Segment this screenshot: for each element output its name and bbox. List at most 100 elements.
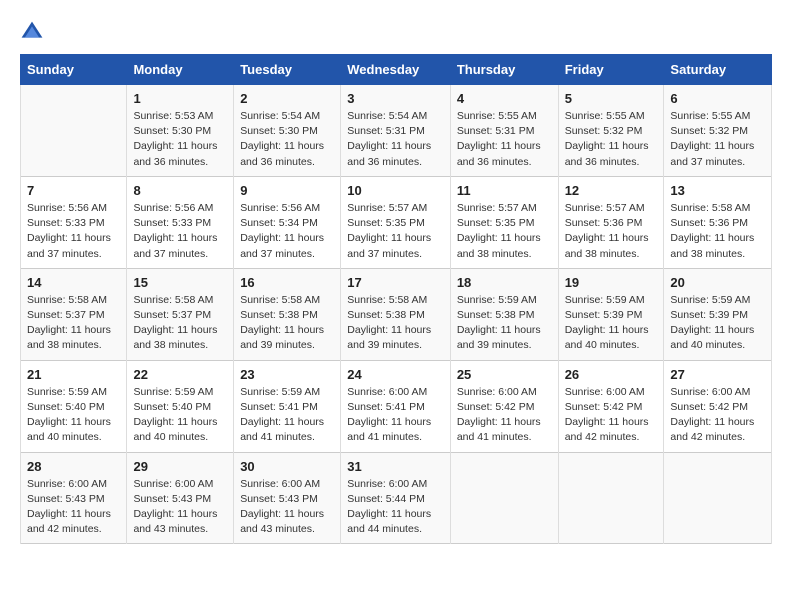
calendar-cell: 12Sunrise: 5:57 AM Sunset: 5:36 PM Dayli… <box>558 176 664 268</box>
day-info: Sunrise: 5:56 AM Sunset: 5:33 PM Dayligh… <box>27 201 120 262</box>
day-info: Sunrise: 6:00 AM Sunset: 5:43 PM Dayligh… <box>27 477 120 538</box>
calendar-cell: 7 Sunrise: 5:56 AM Sunset: 5:33 PM Daylig… <box>21 176 127 268</box>
day-info: Sunrise: 6:00 AM Sunset: 5:42 PM Dayligh… <box>670 385 765 446</box>
day-number: 26 <box>565 367 658 382</box>
calendar-cell: 17 Sunrise: 5:58 AM Sunset: 5:38 PM Dayli… <box>341 268 451 360</box>
day-number: 3 <box>347 91 444 106</box>
header-day-saturday: Saturday <box>664 55 772 85</box>
calendar-cell: 15 Sunrise: 5:58 AM Sunset: 5:37 PM Dayli… <box>127 268 234 360</box>
day-info: Sunrise: 6:00 AM Sunset: 5:42 PM Dayligh… <box>457 385 552 446</box>
header-day-friday: Friday <box>558 55 664 85</box>
header-row: SundayMondayTuesdayWednesdayThursdayFrid… <box>21 55 772 85</box>
calendar-cell: 13 Sunrise: 5:58 AM Sunset: 5:36 PM Dayli… <box>664 176 772 268</box>
day-number: 10 <box>347 183 444 198</box>
header-day-sunday: Sunday <box>21 55 127 85</box>
day-info: Sunrise: 5:57 AM Sunset: 5:36 PM Dayligh… <box>565 201 658 262</box>
day-number: 29 <box>133 459 227 474</box>
day-info: Sunrise: 5:58 AM Sunset: 5:36 PM Dayligh… <box>670 201 765 262</box>
calendar-cell: 29 Sunrise: 6:00 AM Sunset: 5:43 PM Dayli… <box>127 452 234 544</box>
day-info: Sunrise: 5:54 AM Sunset: 5:31 PM Dayligh… <box>347 109 444 170</box>
calendar-cell <box>558 452 664 544</box>
day-info: Sunrise: 5:58 AM Sunset: 5:38 PM Dayligh… <box>347 293 444 354</box>
calendar-header: SundayMondayTuesdayWednesdayThursdayFrid… <box>21 55 772 85</box>
calendar-cell <box>21 85 127 177</box>
day-number: 14 <box>27 275 120 290</box>
day-number: 22 <box>133 367 227 382</box>
day-info: Sunrise: 5:59 AM Sunset: 5:38 PM Dayligh… <box>457 293 552 354</box>
calendar-cell: 8 Sunrise: 5:56 AM Sunset: 5:33 PM Daylig… <box>127 176 234 268</box>
logo-icon <box>20 20 44 44</box>
day-info: Sunrise: 5:55 AM Sunset: 5:32 PM Dayligh… <box>565 109 658 170</box>
day-info: Sunrise: 5:58 AM Sunset: 5:37 PM Dayligh… <box>133 293 227 354</box>
calendar-cell: 2 Sunrise: 5:54 AM Sunset: 5:30 PM Daylig… <box>234 85 341 177</box>
day-info: Sunrise: 5:58 AM Sunset: 5:38 PM Dayligh… <box>240 293 334 354</box>
day-info: Sunrise: 6:00 AM Sunset: 5:42 PM Dayligh… <box>565 385 658 446</box>
day-number: 21 <box>27 367 120 382</box>
day-info: Sunrise: 5:55 AM Sunset: 5:32 PM Dayligh… <box>670 109 765 170</box>
day-number: 19 <box>565 275 658 290</box>
day-number: 2 <box>240 91 334 106</box>
day-number: 4 <box>457 91 552 106</box>
calendar-cell: 22 Sunrise: 5:59 AM Sunset: 5:40 PM Dayli… <box>127 360 234 452</box>
week-row-5: 28Sunrise: 6:00 AM Sunset: 5:43 PM Dayli… <box>21 452 772 544</box>
day-number: 20 <box>670 275 765 290</box>
calendar-cell: 1 Sunrise: 5:53 AM Sunset: 5:30 PM Daylig… <box>127 85 234 177</box>
day-number: 16 <box>240 275 334 290</box>
calendar-cell: 3 Sunrise: 5:54 AM Sunset: 5:31 PM Daylig… <box>341 85 451 177</box>
day-number: 15 <box>133 275 227 290</box>
calendar-cell: 20 Sunrise: 5:59 AM Sunset: 5:39 PM Dayli… <box>664 268 772 360</box>
calendar-cell: 14 Sunrise: 5:58 AM Sunset: 5:37 PM Dayli… <box>21 268 127 360</box>
calendar-table: SundayMondayTuesdayWednesdayThursdayFrid… <box>20 54 772 544</box>
calendar-cell: 19 Sunrise: 5:59 AM Sunset: 5:39 PM Dayli… <box>558 268 664 360</box>
calendar-cell: 30 Sunrise: 6:00 AM Sunset: 5:43 PM Dayli… <box>234 452 341 544</box>
day-info: Sunrise: 5:56 AM Sunset: 5:33 PM Dayligh… <box>133 201 227 262</box>
calendar-cell: 24Sunrise: 6:00 AM Sunset: 5:41 PM Dayli… <box>341 360 451 452</box>
calendar-cell: 27 Sunrise: 6:00 AM Sunset: 5:42 PM Dayli… <box>664 360 772 452</box>
calendar-cell: 18 Sunrise: 5:59 AM Sunset: 5:38 PM Dayli… <box>450 268 558 360</box>
day-info: Sunrise: 6:00 AM Sunset: 5:44 PM Dayligh… <box>347 477 444 538</box>
day-number: 27 <box>670 367 765 382</box>
calendar-body: 1 Sunrise: 5:53 AM Sunset: 5:30 PM Daylig… <box>21 85 772 544</box>
day-info: Sunrise: 5:55 AM Sunset: 5:31 PM Dayligh… <box>457 109 552 170</box>
day-number: 8 <box>133 183 227 198</box>
header-day-tuesday: Tuesday <box>234 55 341 85</box>
week-row-1: 1 Sunrise: 5:53 AM Sunset: 5:30 PM Daylig… <box>21 85 772 177</box>
calendar-cell: 9Sunrise: 5:56 AM Sunset: 5:34 PM Daylig… <box>234 176 341 268</box>
day-number: 5 <box>565 91 658 106</box>
day-info: Sunrise: 5:58 AM Sunset: 5:37 PM Dayligh… <box>27 293 120 354</box>
day-info: Sunrise: 5:56 AM Sunset: 5:34 PM Dayligh… <box>240 201 334 262</box>
day-number: 25 <box>457 367 552 382</box>
calendar-cell: 26 Sunrise: 6:00 AM Sunset: 5:42 PM Dayli… <box>558 360 664 452</box>
calendar-cell: 10Sunrise: 5:57 AM Sunset: 5:35 PM Dayli… <box>341 176 451 268</box>
week-row-3: 14 Sunrise: 5:58 AM Sunset: 5:37 PM Dayli… <box>21 268 772 360</box>
day-info: Sunrise: 5:59 AM Sunset: 5:39 PM Dayligh… <box>565 293 658 354</box>
day-number: 13 <box>670 183 765 198</box>
day-info: Sunrise: 6:00 AM Sunset: 5:43 PM Dayligh… <box>133 477 227 538</box>
calendar-cell <box>450 452 558 544</box>
day-info: Sunrise: 5:57 AM Sunset: 5:35 PM Dayligh… <box>457 201 552 262</box>
day-info: Sunrise: 5:59 AM Sunset: 5:40 PM Dayligh… <box>133 385 227 446</box>
day-info: Sunrise: 5:54 AM Sunset: 5:30 PM Dayligh… <box>240 109 334 170</box>
week-row-4: 21 Sunrise: 5:59 AM Sunset: 5:40 PM Dayli… <box>21 360 772 452</box>
day-info: Sunrise: 5:59 AM Sunset: 5:40 PM Dayligh… <box>27 385 120 446</box>
calendar-cell: 21 Sunrise: 5:59 AM Sunset: 5:40 PM Dayli… <box>21 360 127 452</box>
calendar-cell: 4 Sunrise: 5:55 AM Sunset: 5:31 PM Daylig… <box>450 85 558 177</box>
day-number: 18 <box>457 275 552 290</box>
day-info: Sunrise: 5:59 AM Sunset: 5:39 PM Dayligh… <box>670 293 765 354</box>
day-number: 6 <box>670 91 765 106</box>
day-number: 23 <box>240 367 334 382</box>
day-number: 1 <box>133 91 227 106</box>
day-info: Sunrise: 5:59 AM Sunset: 5:41 PM Dayligh… <box>240 385 334 446</box>
day-number: 24 <box>347 367 444 382</box>
calendar-cell: 16 Sunrise: 5:58 AM Sunset: 5:38 PM Dayli… <box>234 268 341 360</box>
day-number: 30 <box>240 459 334 474</box>
day-number: 7 <box>27 183 120 198</box>
day-number: 17 <box>347 275 444 290</box>
calendar-cell: 5 Sunrise: 5:55 AM Sunset: 5:32 PM Daylig… <box>558 85 664 177</box>
day-info: Sunrise: 6:00 AM Sunset: 5:43 PM Dayligh… <box>240 477 334 538</box>
header-day-monday: Monday <box>127 55 234 85</box>
day-number: 11 <box>457 183 552 198</box>
day-info: Sunrise: 5:53 AM Sunset: 5:30 PM Dayligh… <box>133 109 227 170</box>
calendar-cell: 28Sunrise: 6:00 AM Sunset: 5:43 PM Dayli… <box>21 452 127 544</box>
calendar-cell: 6 Sunrise: 5:55 AM Sunset: 5:32 PM Daylig… <box>664 85 772 177</box>
